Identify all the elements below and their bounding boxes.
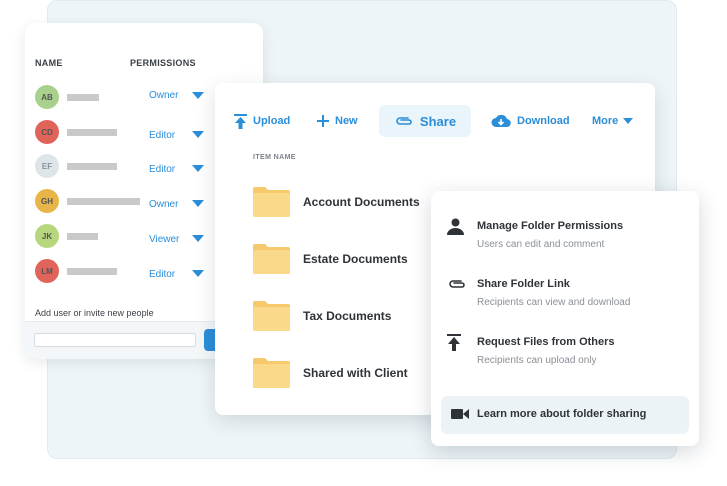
caret-down-icon[interactable] bbox=[192, 131, 204, 138]
share-menu: Manage Folder Permissions Users can edit… bbox=[431, 191, 699, 446]
avatar: JK bbox=[35, 224, 59, 248]
menu-item-title: Request Files from Others bbox=[477, 336, 615, 348]
folder-name: Estate Documents bbox=[303, 252, 408, 266]
upload-label: Upload bbox=[253, 115, 291, 127]
invite-label: Add user or invite new people bbox=[35, 308, 154, 318]
folder-name: Shared with Client bbox=[303, 366, 408, 380]
folder-icon bbox=[253, 301, 290, 331]
plus-icon bbox=[317, 115, 329, 127]
name-placeholder-bar bbox=[67, 268, 117, 275]
avatar: GH bbox=[35, 189, 59, 213]
person-icon bbox=[447, 218, 464, 235]
role-dropdown[interactable]: Viewer bbox=[149, 234, 179, 245]
share-label: Share bbox=[419, 113, 457, 129]
caret-down-icon[interactable] bbox=[192, 92, 204, 99]
name-placeholder-bar bbox=[67, 198, 140, 205]
learn-more-link[interactable]: Learn more about folder sharing bbox=[441, 396, 689, 434]
menu-item-title: Share Folder Link bbox=[477, 278, 570, 290]
download-label: Download bbox=[517, 115, 570, 127]
item-name-header: ITEM NAME bbox=[253, 154, 296, 161]
avatar: AB bbox=[35, 85, 59, 109]
name-placeholder-bar bbox=[67, 233, 98, 240]
menu-item-request-files[interactable]: Request Files from Others Recipients can… bbox=[431, 334, 699, 380]
name-placeholder-bar bbox=[67, 163, 117, 170]
upload-button[interactable]: Upload bbox=[234, 105, 290, 137]
folder-icon bbox=[253, 244, 290, 274]
folder-name: Tax Documents bbox=[303, 309, 392, 323]
cloud-download-icon bbox=[491, 114, 511, 127]
learn-more-label: Learn more about folder sharing bbox=[477, 408, 647, 420]
menu-item-manage-permissions[interactable]: Manage Folder Permissions Users can edit… bbox=[431, 218, 699, 264]
caret-down-icon[interactable] bbox=[192, 200, 204, 207]
menu-item-subtitle: Users can edit and comment bbox=[477, 239, 605, 250]
name-column-header: NAME bbox=[35, 58, 63, 68]
menu-item-subtitle: Recipients can upload only bbox=[477, 355, 597, 366]
upload-icon bbox=[447, 334, 461, 351]
invite-input[interactable] bbox=[34, 333, 196, 347]
folder-name: Account Documents bbox=[303, 195, 420, 209]
download-button[interactable]: Download bbox=[491, 105, 570, 137]
name-placeholder-bar bbox=[67, 129, 117, 136]
more-label: More bbox=[592, 115, 619, 127]
role-dropdown[interactable]: Owner bbox=[149, 90, 178, 101]
upload-icon bbox=[234, 113, 247, 129]
role-dropdown[interactable]: Editor bbox=[149, 164, 175, 175]
avatar: CD bbox=[35, 120, 59, 144]
paperclip-icon bbox=[449, 280, 465, 288]
share-button[interactable]: Share bbox=[379, 105, 471, 137]
new-button[interactable]: New bbox=[317, 105, 358, 137]
folder-icon bbox=[253, 358, 290, 388]
caret-down-icon[interactable] bbox=[192, 235, 204, 242]
menu-item-share-link[interactable]: Share Folder Link Recipients can view an… bbox=[431, 276, 699, 322]
video-camera-icon bbox=[451, 409, 469, 419]
caret-down-icon[interactable] bbox=[192, 270, 204, 277]
caret-down-icon bbox=[623, 118, 634, 124]
avatar: EF bbox=[35, 154, 59, 178]
new-label: New bbox=[335, 115, 358, 127]
caret-down-icon[interactable] bbox=[192, 165, 204, 172]
menu-item-subtitle: Recipients can view and download bbox=[477, 297, 631, 308]
role-dropdown[interactable]: Editor bbox=[149, 130, 175, 141]
avatar: LM bbox=[35, 259, 59, 283]
role-dropdown[interactable]: Owner bbox=[149, 199, 178, 210]
more-button[interactable]: More bbox=[592, 105, 634, 137]
name-placeholder-bar bbox=[67, 94, 99, 101]
role-dropdown[interactable]: Editor bbox=[149, 269, 175, 280]
folder-icon bbox=[253, 187, 290, 217]
menu-item-title: Manage Folder Permissions bbox=[477, 220, 624, 232]
permissions-column-header: PERMISSIONS bbox=[130, 58, 196, 68]
paperclip-icon bbox=[396, 117, 412, 125]
